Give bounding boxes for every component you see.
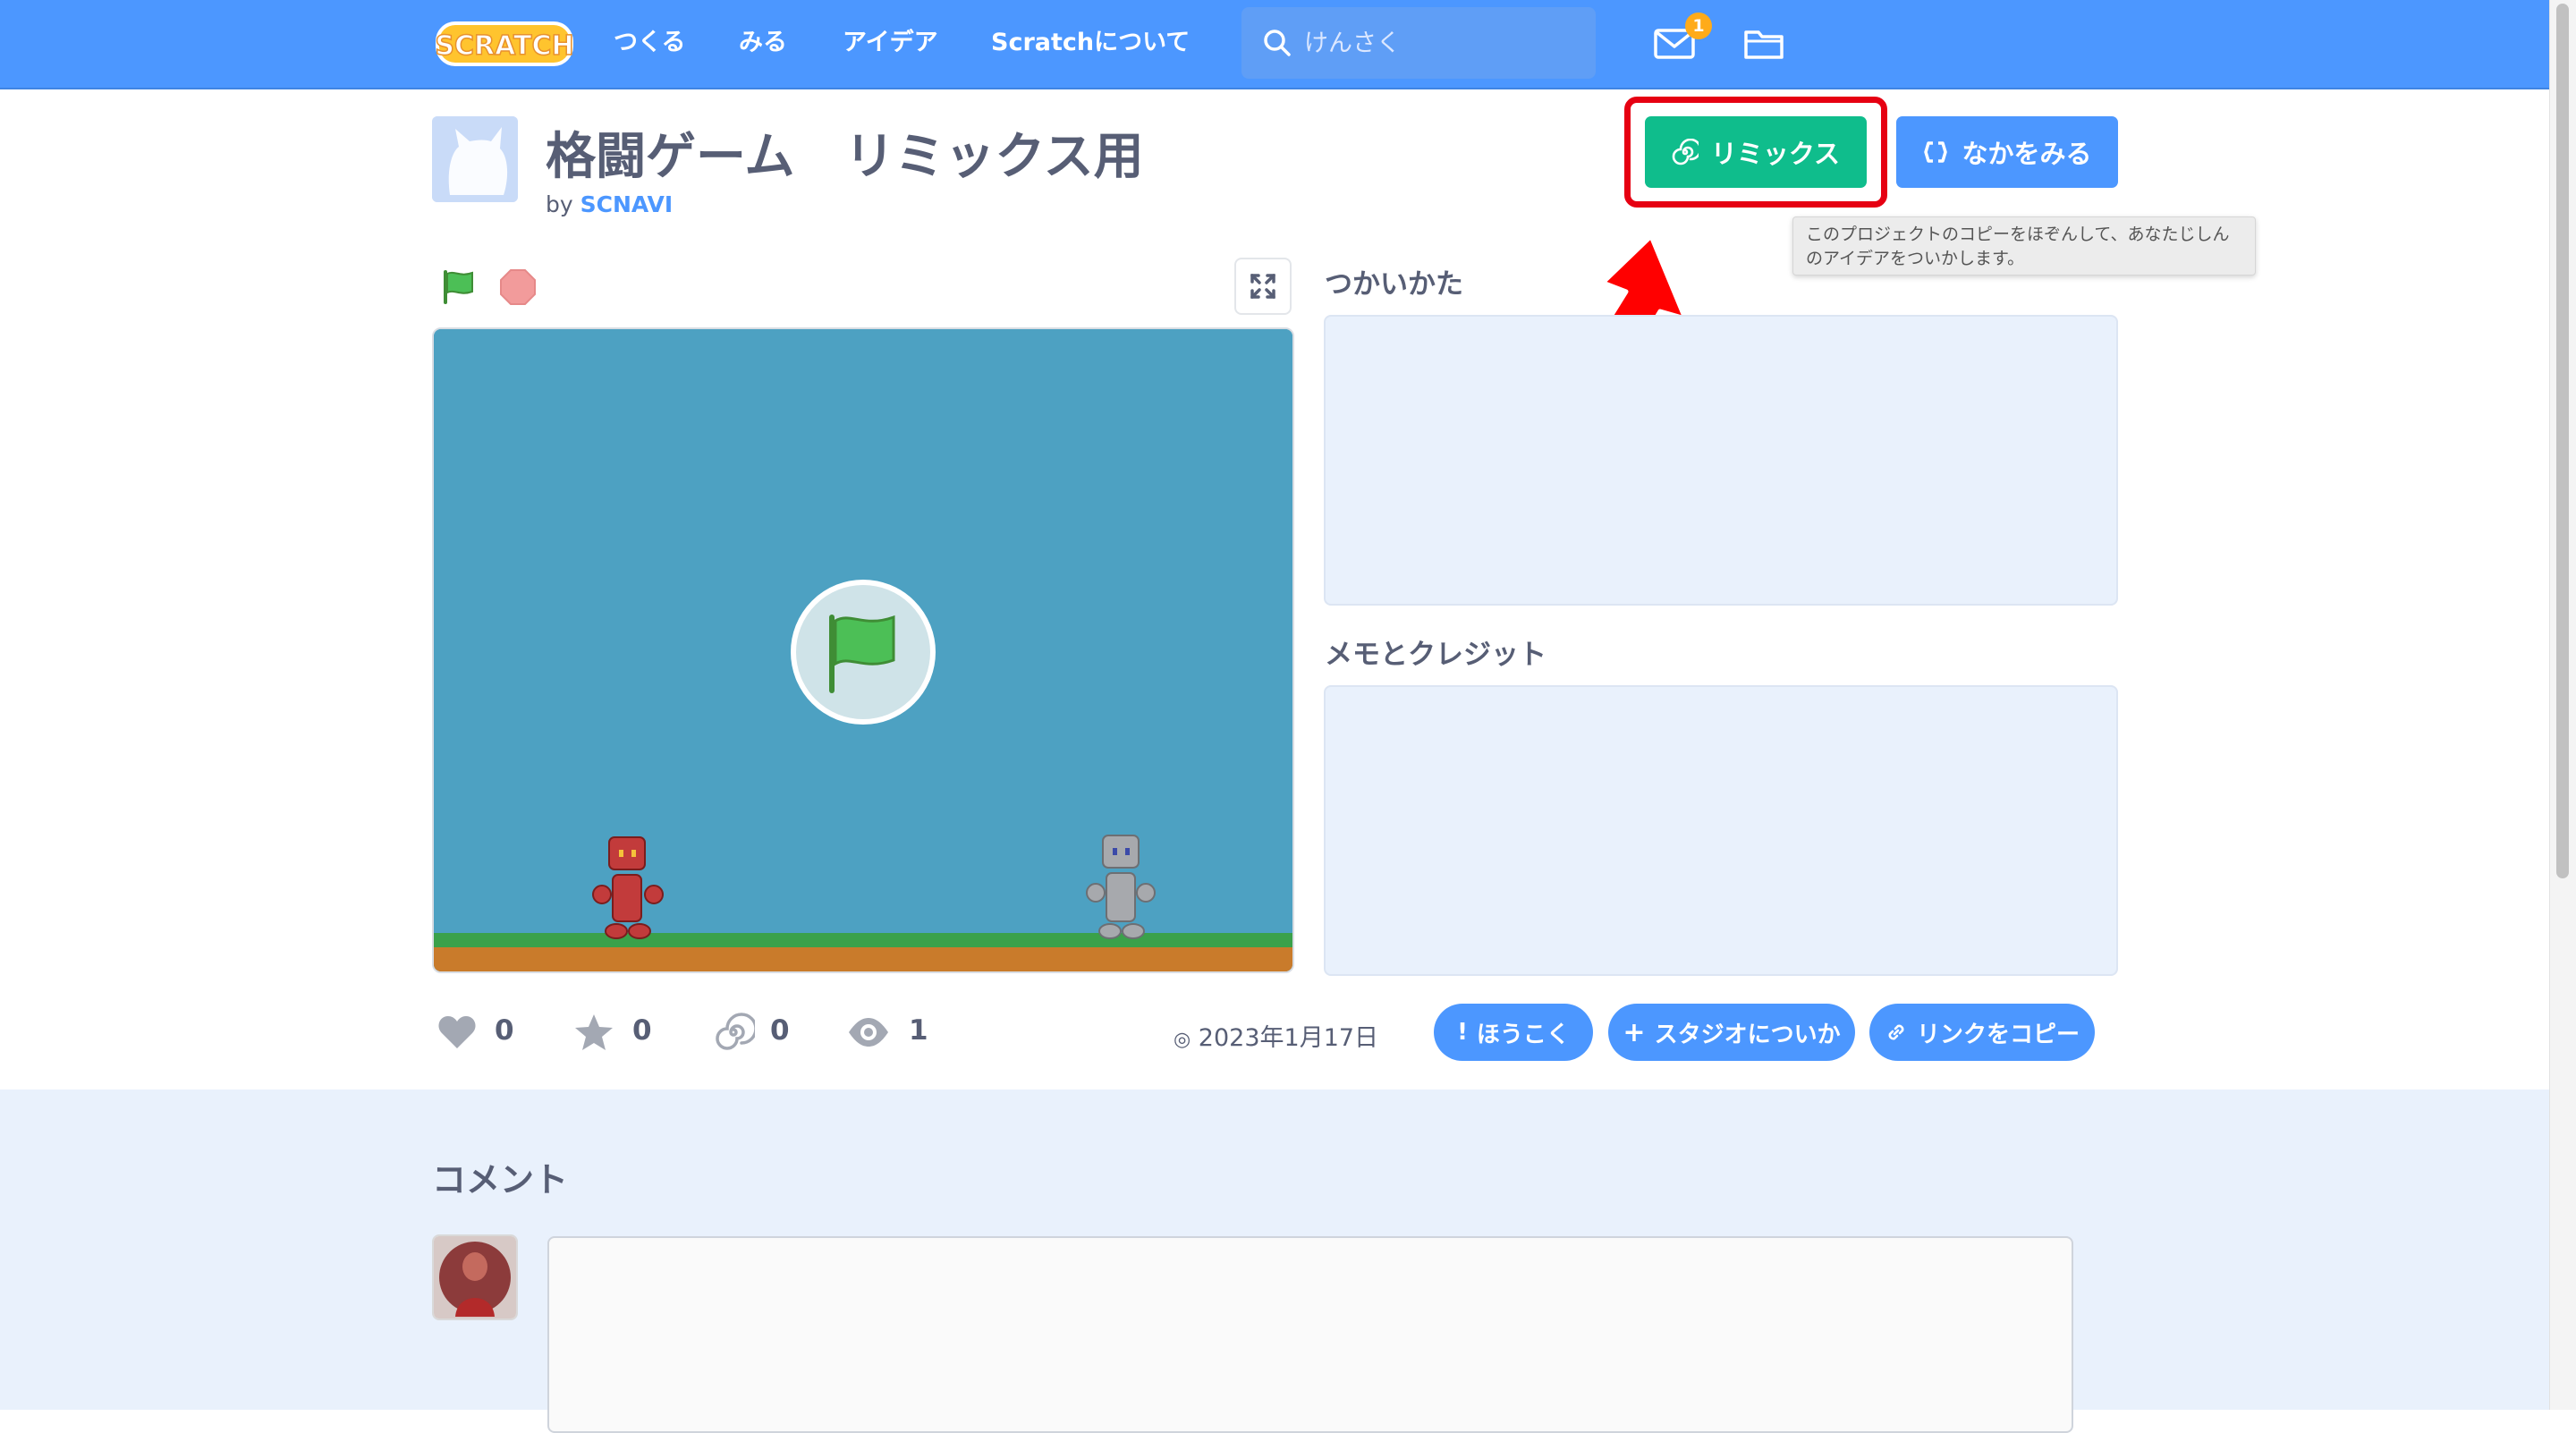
search-icon — [1264, 30, 1291, 56]
comments-heading: コメント — [432, 1160, 569, 1200]
author-link[interactable]: SCNAVI — [580, 191, 674, 217]
report-icon: ! — [1457, 1019, 1468, 1046]
comment-textarea[interactable] — [547, 1236, 2073, 1433]
project-byline: by SCNAVI — [546, 191, 673, 217]
link-icon — [1888, 1024, 1904, 1040]
project-title: 格闘ゲーム リミックス用 — [546, 128, 1144, 186]
remix-label: リミックス — [1710, 139, 1841, 169]
stop-icon[interactable] — [499, 268, 537, 306]
notes-panel[interactable] — [1324, 685, 2118, 976]
share-date-text: 2023年1月17日 — [1198, 1024, 1379, 1052]
instructions-heading: つかいかた — [1325, 268, 1463, 301]
copy-link-button[interactable]: リンクをコピー — [1869, 1004, 2095, 1061]
nav-explore[interactable]: みる — [739, 0, 787, 88]
favorite-count: 0 — [632, 1014, 652, 1047]
plus-icon: + — [1623, 1016, 1646, 1048]
notes-heading: メモとクレジット — [1325, 639, 1546, 671]
folder-icon[interactable] — [1742, 25, 1785, 61]
love-count: 0 — [495, 1014, 514, 1047]
nav-create[interactable]: つくる — [614, 0, 685, 88]
user-avatar — [432, 1234, 518, 1320]
remix-tooltip: このプロジェクトのコピーをほぞんして、あなたじしんのアイデアをついかします。 — [1792, 216, 2256, 276]
see-inside-label: なかをみる — [1962, 139, 2092, 169]
start-flag-overlay[interactable] — [791, 580, 936, 725]
green-flag-icon[interactable] — [440, 268, 478, 306]
by-label: by — [546, 191, 573, 217]
share-date: ◎ 2023年1月17日 — [1174, 1018, 1378, 1053]
fullscreen-icon — [1250, 274, 1275, 299]
nav-about[interactable]: Scratchについて — [991, 0, 1190, 88]
eye-icon — [849, 1018, 888, 1047]
date-remix-icon: ◎ — [1174, 1029, 1191, 1051]
logo-text: SCRATCH — [435, 30, 573, 62]
heart-icon[interactable] — [436, 1011, 479, 1054]
instructions-panel[interactable] — [1324, 315, 2118, 606]
nav-ideas[interactable]: アイデア — [843, 0, 938, 88]
add-to-studio-button[interactable]: + スタジオについか — [1608, 1004, 1855, 1061]
view-count: 1 — [909, 1014, 928, 1047]
see-inside-button[interactable]: なかをみる — [1896, 116, 2118, 188]
copy-link-label: リンクをコピー — [1916, 1021, 2080, 1048]
report-button[interactable]: ! ほうこく — [1434, 1004, 1593, 1061]
scratch-logo[interactable]: SCRATCH — [433, 18, 576, 70]
remix-count-icon — [716, 1013, 755, 1050]
see-inside-icon — [1924, 141, 1948, 163]
search-input[interactable] — [1304, 7, 1581, 79]
fullscreen-button[interactable] — [1234, 258, 1292, 315]
remix-button[interactable]: リミックス — [1645, 116, 1867, 188]
project-thumbnail[interactable] — [432, 116, 518, 202]
message-count-badge: 1 — [1685, 13, 1712, 39]
add-to-studio-label: スタジオについか — [1654, 1021, 1841, 1048]
remix-swirl-icon — [1672, 139, 1699, 165]
report-label: ほうこく — [1476, 1021, 1570, 1048]
remix-count: 0 — [770, 1014, 790, 1047]
scrollbar-thumb[interactable] — [2556, 4, 2569, 878]
project-stage[interactable] — [432, 327, 1294, 973]
star-icon[interactable] — [572, 1011, 615, 1054]
